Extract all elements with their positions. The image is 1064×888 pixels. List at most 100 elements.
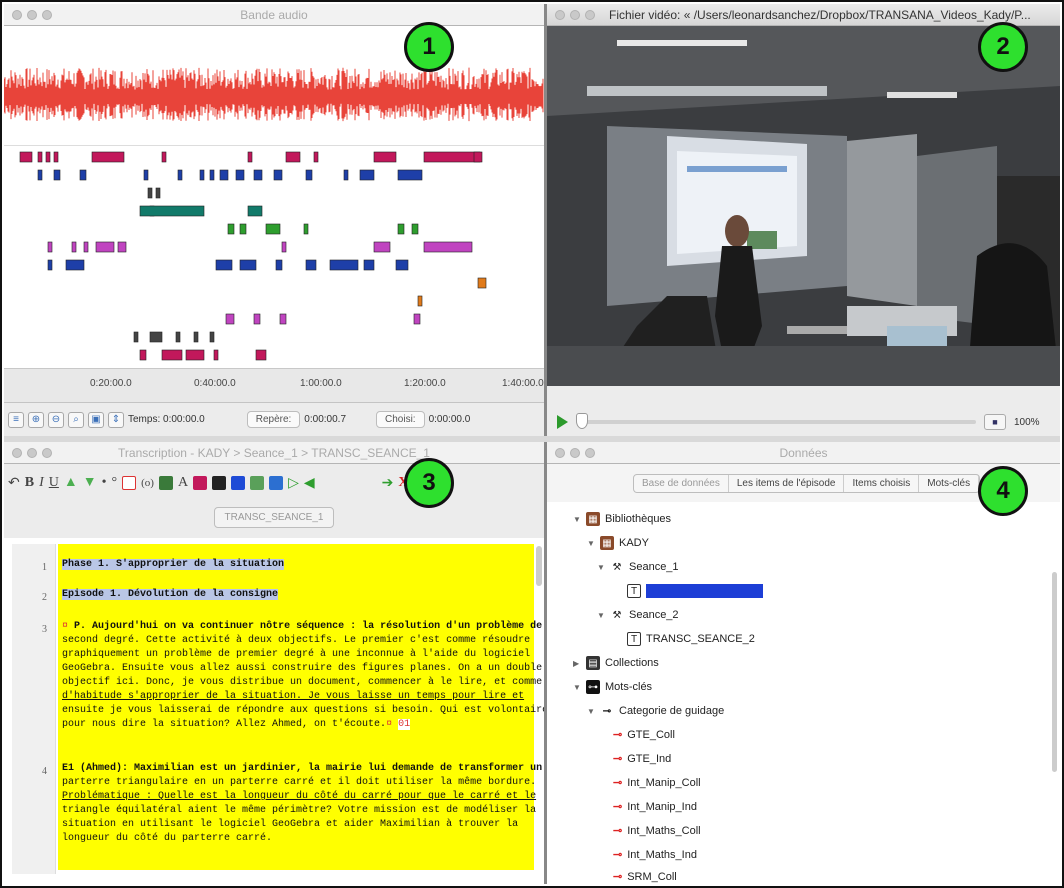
line-number: 1 (42, 562, 47, 573)
search-icon[interactable]: ⌕ (68, 411, 84, 428)
keyword-coding-bar (53, 169, 61, 181)
tree-node-transc-seance-1[interactable]: T TRANSC_SEANCE_1 (627, 584, 763, 598)
tree-node-kady[interactable]: ▼ ▦ KADY (587, 536, 649, 550)
key-icon: ⊸ (602, 705, 612, 717)
back-arrow-icon[interactable]: ◀ (304, 475, 315, 492)
tree-keyword-item[interactable]: ⊸ Int_Maths_Coll (613, 824, 701, 838)
data-tabs: Base de données Les items de l'épisode I… (633, 474, 981, 493)
forward-arrow-icon[interactable]: ➔ (382, 475, 394, 492)
keyword-coding-bar (215, 259, 233, 271)
tree-node-transc-seance-2[interactable]: T TRANSC_SEANCE_2 (627, 632, 755, 646)
keyword-coding-bar (281, 241, 287, 253)
collapsed-triangle-icon: ▶ (573, 658, 580, 668)
keyword-coding-bar (149, 331, 163, 343)
tree-node-seance-1[interactable]: ▼ ⚒ Seance_1 (597, 560, 679, 574)
zoom-out-icon[interactable]: ⊖ (48, 411, 64, 428)
degree-icon[interactable]: ° (112, 475, 118, 491)
tab-database[interactable]: Base de données (634, 475, 729, 492)
transcript-tab-bar: TRANSC_SEANCE_1 (4, 502, 544, 532)
undo-icon[interactable]: ↶ (8, 475, 20, 492)
audio-titlebar: Bande audio (4, 4, 544, 26)
tree-node-keywords[interactable]: ▼ ⊶ Mots-clés (573, 680, 652, 694)
font-icon[interactable]: A (178, 475, 188, 491)
keyword-coding-bar (413, 313, 421, 325)
keyword-coding-bar (37, 169, 43, 181)
audio-waveform[interactable] (4, 26, 544, 146)
keyword-coding-bar (143, 169, 149, 181)
keyword-coding-bar (253, 313, 261, 325)
slider-knob[interactable] (576, 413, 588, 429)
keyword-coding-bar (47, 241, 53, 253)
transcript-titlebar: Transcription - KADY > Seance_1 > TRANSC… (4, 442, 544, 464)
keyword-coding-bar (305, 169, 313, 181)
breath-icon[interactable]: (o) (141, 477, 154, 489)
play-icon[interactable] (557, 415, 568, 429)
tree-node-category[interactable]: ▼ ⊸ Categorie de guidage (587, 704, 724, 718)
marker-button[interactable]: Repère: (246, 411, 301, 428)
transcript-icon[interactable] (269, 476, 284, 490)
keyword-coding-bar (117, 241, 127, 253)
save-icon[interactable]: ▣ (88, 411, 104, 428)
tab-transc-seance-1[interactable]: TRANSC_SEANCE_1 (213, 506, 335, 528)
keyword-coding-bar (363, 259, 375, 271)
tree-scrollbar[interactable] (1052, 572, 1057, 772)
snapshot-icon[interactable]: ■ (984, 414, 1006, 430)
tree-keyword-item[interactable]: ⊸ Int_Maths_Ind (613, 848, 697, 862)
tree-node-seance-2[interactable]: ▼ ⚒ Seance_2 (597, 608, 679, 622)
close-icon[interactable] (555, 9, 565, 20)
underline-button[interactable]: U (49, 475, 59, 491)
tree-node-collections[interactable]: ▶ ▤ Collections (573, 656, 659, 670)
tab-keywords[interactable]: Mots-clés (919, 475, 980, 492)
keyword-coding-bar (177, 169, 183, 181)
save-transcript-icon[interactable] (231, 476, 246, 490)
play-forward-icon[interactable]: ▷ (288, 475, 299, 492)
tree-keyword-item[interactable]: ⊸ GTE_Ind (613, 752, 671, 766)
bold-button[interactable]: B (25, 475, 34, 491)
expanded-triangle-icon: ▼ (587, 706, 595, 716)
tab-episode-items[interactable]: Les items de l'épisode (729, 475, 845, 492)
keyword-coding-bar (79, 169, 87, 181)
rising-intonation-icon[interactable]: ▲ (64, 475, 78, 491)
tree-keyword-item[interactable]: ⊸ SRM_Coll (613, 870, 677, 884)
transcript-icon: T (627, 632, 641, 646)
falling-intonation-icon[interactable]: ▼ (83, 475, 97, 491)
tree-keyword-item[interactable]: ⊸ Int_Manip_Ind (613, 800, 697, 814)
zoom-icon[interactable] (585, 9, 595, 20)
zoom-in-icon[interactable]: ⊕ (28, 411, 44, 428)
callout-badge-4: 4 (978, 466, 1028, 516)
timecode-icon[interactable] (122, 476, 137, 490)
keyword-coding-bar (155, 187, 161, 199)
audio-toolbar: ≡ ⊕ ⊖ ⌕ ▣ ⇕ Temps: 0:00:00.0 Repère: 0:0… (4, 402, 544, 436)
expanded-triangle-icon: ▼ (573, 682, 581, 692)
video-position-slider[interactable] (576, 413, 976, 429)
keyword-tool-icon[interactable] (212, 476, 227, 490)
snapshot-tool-icon[interactable] (193, 476, 208, 490)
video-frame[interactable] (547, 26, 1060, 386)
student-paragraph: E1 (Ahmed): Maximilian est un jardinier,… (62, 763, 543, 844)
keyword-tracks[interactable] (4, 146, 544, 368)
tree-keyword-item[interactable]: ⊸ GTE_Coll (613, 728, 675, 742)
timecode-marker-icon: ¤ (62, 621, 69, 632)
choose-button[interactable]: Choisi: (376, 411, 425, 428)
list-icon[interactable]: ≡ (8, 411, 24, 428)
minimize-icon[interactable] (570, 9, 580, 20)
sync-icon[interactable]: ⇕ (108, 411, 124, 428)
tree-node-libraries[interactable]: ▼ ▦ Bibliothèques (573, 512, 671, 526)
keyword-coding-bar (19, 151, 33, 163)
tree-keyword-item[interactable]: ⊸ Int_Manip_Coll (613, 776, 701, 790)
keyword-coding-bar (45, 151, 51, 163)
keyword-coding-bar (199, 169, 205, 181)
keyword-coding-bar (175, 331, 181, 343)
zoom-level: 100% (1014, 416, 1040, 428)
tab-chosen-items[interactable]: Items choisis (844, 475, 920, 492)
chart-icon[interactable] (250, 476, 265, 490)
keyword-coding-bar (373, 151, 397, 163)
pause-dot-icon[interactable]: • (102, 475, 107, 491)
transcript-scrollbar[interactable] (536, 546, 542, 586)
keyword-coding-bar (411, 223, 419, 235)
keyword-icon[interactable] (158, 476, 173, 490)
transcript-document[interactable]: 1 2 3 4 Phase 1. S'approprier de la situ… (4, 538, 544, 884)
italic-button[interactable]: I (39, 475, 44, 491)
transcript-icon: T (627, 584, 641, 598)
expanded-triangle-icon: ▼ (597, 610, 605, 620)
